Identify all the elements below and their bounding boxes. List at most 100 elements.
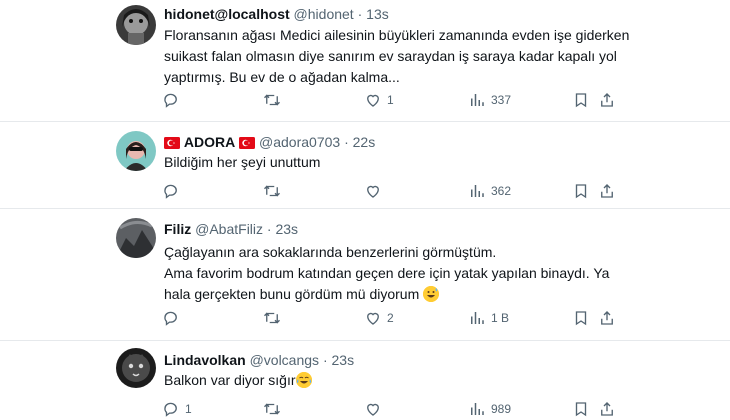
like-icon (367, 185, 379, 198)
like-icon (367, 403, 379, 416)
bookmark-icon (575, 184, 587, 199)
grinning-sweat-emoji (423, 286, 440, 302)
tweet-text-line: Bildiğim her şeyi unuttum (164, 154, 321, 170)
tweet-hidonet[interactable]: hidonet@localhost @hidonet · 13s Florans… (0, 0, 730, 122)
tweet-lindavolkan[interactable]: Lindavolkan @volcangs · 23s Balkon var d… (0, 341, 730, 420)
timestamp[interactable]: 13s (366, 6, 389, 22)
retweet-button[interactable] (263, 181, 286, 201)
avatar[interactable] (116, 348, 156, 388)
tweet-header: Lindavolkan @volcangs · 23s (164, 351, 354, 369)
like-count: 1 (387, 93, 394, 107)
views-icon (471, 312, 484, 324)
reply-button[interactable] (162, 90, 185, 110)
views-button[interactable]: 337 (468, 90, 511, 110)
retweet-icon (264, 185, 280, 197)
turkish-flag-icon (164, 135, 180, 153)
like-icon (367, 312, 379, 325)
avatar[interactable] (116, 131, 156, 171)
like-count: 2 (387, 311, 394, 325)
like-icon (367, 94, 379, 107)
display-name[interactable]: ADORA (184, 134, 235, 150)
views-count: 1 B (491, 311, 510, 325)
display-name[interactable]: Filiz (164, 221, 191, 237)
tweet-text-line: Ama favorim bodrum katından geçen dere i… (164, 265, 610, 281)
tweet-header: hidonet@localhost @hidonet · 13s (164, 5, 389, 23)
like-button[interactable] (364, 399, 387, 419)
separator-dot: · (322, 352, 328, 368)
tweet-actions: 2 1 B (158, 308, 618, 328)
share-button[interactable] (598, 399, 616, 419)
reply-icon (164, 402, 177, 417)
retweet-button[interactable] (263, 399, 286, 419)
tears-of-joy-emoji (295, 372, 312, 388)
turkish-flag-icon (239, 135, 256, 153)
avatar[interactable] (116, 5, 156, 45)
tweet-filiz[interactable]: Filiz @AbatFiliz · 23s Çağlayanın ara so… (0, 209, 730, 341)
reply-count: 1 (185, 402, 192, 416)
display-name[interactable]: hidonet@localhost (164, 6, 290, 22)
reply-icon (164, 93, 177, 108)
views-icon (471, 94, 484, 106)
views-count: 337 (491, 93, 512, 107)
like-button[interactable]: 1 (364, 90, 394, 110)
tweet-header: Filiz @AbatFiliz · 23s (164, 220, 298, 238)
reply-button[interactable] (162, 308, 185, 328)
retweet-button[interactable] (263, 90, 286, 110)
views-button[interactable]: 989 (468, 399, 511, 419)
user-handle[interactable]: @volcangs (250, 352, 319, 368)
views-count: 362 (491, 184, 512, 198)
share-button[interactable] (598, 308, 616, 328)
tweet-text-line: suikast falan olmasın diye sanırım ev sa… (164, 48, 617, 64)
timestamp[interactable]: 23s (275, 221, 298, 237)
tweet-actions: 1 989 (158, 399, 618, 419)
views-count: 989 (491, 402, 512, 416)
tweet-text: Bildiğim her şeyi unuttum (164, 152, 624, 173)
display-name[interactable]: Lindavolkan (164, 352, 246, 368)
share-icon (601, 184, 613, 198)
bookmark-button[interactable] (572, 181, 590, 201)
views-button[interactable]: 362 (468, 181, 511, 201)
views-icon (471, 403, 484, 415)
reply-icon (164, 311, 177, 326)
bookmark-button[interactable] (572, 308, 590, 328)
tweet-feed: hidonet@localhost @hidonet · 13s Florans… (0, 0, 730, 420)
reply-button[interactable]: 1 (162, 399, 192, 419)
separator-dot: · (357, 6, 363, 22)
avatar[interactable] (116, 218, 156, 258)
like-button[interactable]: 2 (364, 308, 394, 328)
share-icon (601, 402, 613, 416)
tweet-text-line: Balkon var diyor sığır (164, 372, 296, 388)
tweet-text-line: hala gerçekten bunu gördüm mü diyorum (164, 286, 420, 302)
reply-button[interactable] (162, 181, 185, 201)
retweet-icon (264, 403, 280, 415)
share-button[interactable] (598, 90, 616, 110)
tweet-actions: 1 337 (158, 90, 618, 110)
user-handle[interactable]: @hidonet (294, 6, 354, 22)
share-icon (601, 311, 613, 325)
timestamp[interactable]: 22s (353, 134, 376, 150)
tweet-text-line: Floransanın ağası Medici ailesinin büyük… (164, 27, 630, 43)
tweet-text-line: Çağlayanın ara sokaklarında benzerlerini… (164, 244, 497, 260)
retweet-button[interactable] (263, 308, 286, 328)
share-icon (601, 93, 613, 107)
tweet-text: Floransanın ağası Medici ailesinin büyük… (164, 25, 630, 88)
views-button[interactable]: 1 B (468, 308, 509, 328)
tweet-text-line: yaptırmış. Bu ev de o ağadan kalma... (164, 69, 400, 85)
separator-dot: · (266, 221, 272, 237)
share-button[interactable] (598, 181, 616, 201)
like-button[interactable] (364, 181, 387, 201)
tweet-text: Çağlayanın ara sokaklarında benzerlerini… (164, 242, 624, 305)
bookmark-button[interactable] (572, 399, 590, 419)
bookmark-icon (575, 93, 587, 108)
bookmark-icon (575, 311, 587, 326)
tweet-actions: 362 (158, 181, 618, 201)
user-handle[interactable]: @adora0703 (259, 134, 340, 150)
tweet-adora[interactable]: ADORA @adora0703 · 22s Bildiğim her şeyi… (0, 122, 730, 209)
views-icon (471, 185, 484, 197)
bookmark-button[interactable] (572, 90, 590, 110)
timestamp[interactable]: 23s (332, 352, 355, 368)
user-handle[interactable]: @AbatFiliz (195, 221, 263, 237)
bookmark-icon (575, 402, 587, 417)
retweet-icon (264, 94, 280, 106)
tweet-text: Balkon var diyor sığır (164, 370, 624, 391)
